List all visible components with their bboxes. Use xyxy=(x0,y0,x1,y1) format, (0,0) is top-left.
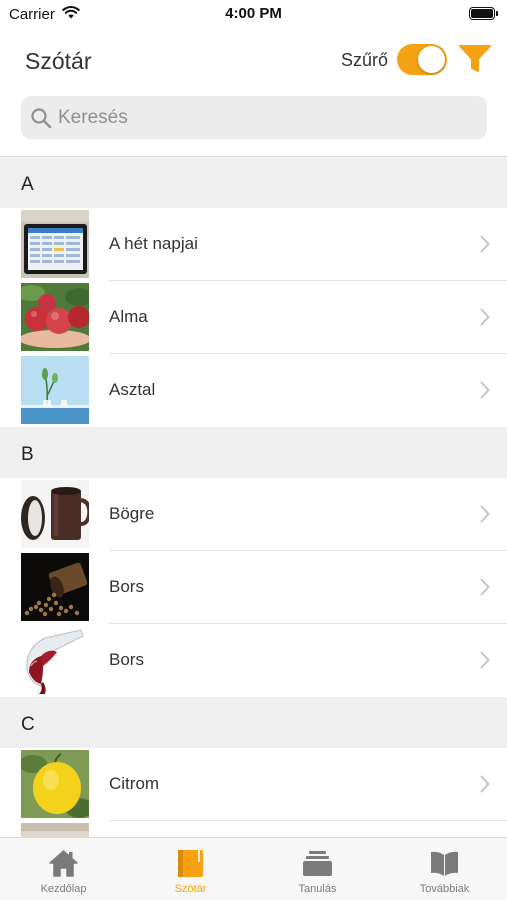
list-item[interactable]: Alma xyxy=(0,281,507,354)
stack-icon xyxy=(303,851,332,876)
section-header-b: B xyxy=(0,427,507,478)
list-item[interactable]: A hét napjai xyxy=(0,208,507,281)
tab-tanulas[interactable]: Tanulás xyxy=(254,838,381,900)
list-item[interactable]: Bors xyxy=(0,624,507,697)
section-header-c: C xyxy=(0,697,507,748)
list-item[interactable]: Citrom xyxy=(0,748,507,821)
lemon-image xyxy=(21,750,89,818)
chevron-right-icon xyxy=(480,651,490,669)
chevron-right-icon xyxy=(480,578,490,596)
battery-icon xyxy=(469,7,498,20)
list-item-label: Bors xyxy=(109,650,144,669)
tab-bar: Kezdőlap Szótár Tanulás Továbbiak xyxy=(0,837,507,900)
list-item[interactable]: Bors xyxy=(0,551,507,624)
section-header-a: A xyxy=(0,157,507,208)
tab-label: Kezdőlap xyxy=(40,883,87,895)
open-book-icon xyxy=(431,851,458,876)
peppercorns-image xyxy=(21,553,89,621)
list-item-label: Alma xyxy=(109,307,148,326)
tab-label: Tanulás xyxy=(298,883,337,895)
list-item-label: Citrom xyxy=(109,774,160,793)
chevron-right-icon xyxy=(480,235,490,253)
book-icon xyxy=(178,850,203,877)
word-list[interactable]: A A hét napjai Alma Asztal B Bögre Bors … xyxy=(0,157,507,837)
tab-kezdolap[interactable]: Kezdőlap xyxy=(0,838,127,900)
wine-glass-image xyxy=(21,626,89,694)
chevron-right-icon xyxy=(480,308,490,326)
tablet-calendar-image xyxy=(21,210,89,278)
search-placeholder: Keresés xyxy=(58,107,128,128)
list-item-label: Bögre xyxy=(109,504,155,523)
mug-image xyxy=(21,480,89,548)
search-icon xyxy=(31,108,52,129)
apples-image xyxy=(21,283,89,351)
home-icon xyxy=(49,850,78,877)
list-item-label: A hét napjai xyxy=(109,234,198,253)
tab-tovabbiak[interactable]: Továbbiak xyxy=(381,838,507,900)
list-item-label: Asztal xyxy=(109,380,156,399)
filter-icon[interactable] xyxy=(458,44,492,74)
toggle-knob xyxy=(418,46,445,73)
page-title: Szótár xyxy=(25,48,92,74)
partial-image xyxy=(21,823,89,837)
filter-toggle[interactable] xyxy=(397,44,447,75)
status-time: 4:00 PM xyxy=(225,5,282,22)
status-bar: Carrier 4:00 PM xyxy=(0,0,507,28)
list-item[interactable] xyxy=(0,821,507,837)
chevron-right-icon xyxy=(480,381,490,399)
table-image xyxy=(21,356,89,424)
list-item[interactable]: Bögre xyxy=(0,478,507,551)
filter-label: Szűrő xyxy=(341,50,389,70)
tab-label: Szótár xyxy=(174,883,207,895)
list-item[interactable]: Asztal xyxy=(0,354,507,427)
tab-szotar[interactable]: Szótár xyxy=(127,838,254,900)
tab-label: Továbbiak xyxy=(419,883,470,895)
chevron-right-icon xyxy=(480,505,490,523)
chevron-right-icon xyxy=(480,775,490,793)
list-item-label: Bors xyxy=(109,577,144,596)
search-input[interactable]: Keresés xyxy=(21,96,487,139)
